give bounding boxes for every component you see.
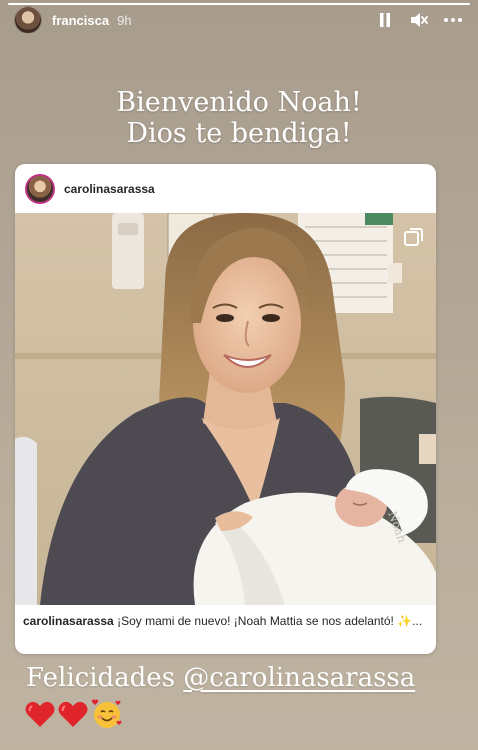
emoji-row <box>25 699 123 734</box>
shared-post-card[interactable]: carolinasarassa Noah carolinasarassa ¡So… <box>15 164 436 654</box>
story-footer-text: Felicidades @carolinasarassa <box>26 663 415 693</box>
caption-text: ¡Soy mami de nuevo! ¡Noah Mattia se nos … <box>117 614 423 628</box>
mute-icon[interactable] <box>408 9 430 31</box>
red-heart-icon <box>58 701 88 733</box>
pause-icon[interactable] <box>374 9 396 31</box>
post-photo-illustration: Noah <box>15 213 436 605</box>
story-viewer[interactable]: francisca 9h Bienvenido Noah! Dios te be… <box>0 0 478 750</box>
post-caption: carolinasarassa ¡Soy mami de nuevo! ¡Noa… <box>23 613 429 629</box>
greeting-line-2: Dios te bendiga! <box>126 118 352 149</box>
multiple-photos-icon <box>404 227 424 252</box>
smiling-face-with-hearts-icon <box>91 699 123 734</box>
story-timestamp: 9h <box>117 12 132 28</box>
story-progress-bar <box>8 3 470 5</box>
greeting-line-1: Bienvenido Noah! <box>116 87 362 118</box>
mention-link[interactable]: @carolinasarassa <box>183 663 415 693</box>
post-username[interactable]: carolinasarassa <box>64 182 155 196</box>
post-photo[interactable]: Noah <box>15 213 436 605</box>
post-avatar[interactable] <box>25 173 55 204</box>
story-header: francisca 9h <box>14 6 464 34</box>
story-controls <box>374 9 464 31</box>
story-username[interactable]: francisca <box>52 13 109 28</box>
story-greeting-text: Bienvenido Noah! Dios te bendiga! <box>0 87 478 149</box>
story-progress-fill <box>8 3 470 5</box>
more-options-icon[interactable] <box>442 9 464 31</box>
caption-username[interactable]: carolinasarassa <box>23 614 114 628</box>
congrats-text: Felicidades <box>26 663 176 693</box>
post-header: carolinasarassa <box>15 164 436 213</box>
avatar[interactable] <box>14 6 42 34</box>
red-heart-icon <box>25 701 55 733</box>
